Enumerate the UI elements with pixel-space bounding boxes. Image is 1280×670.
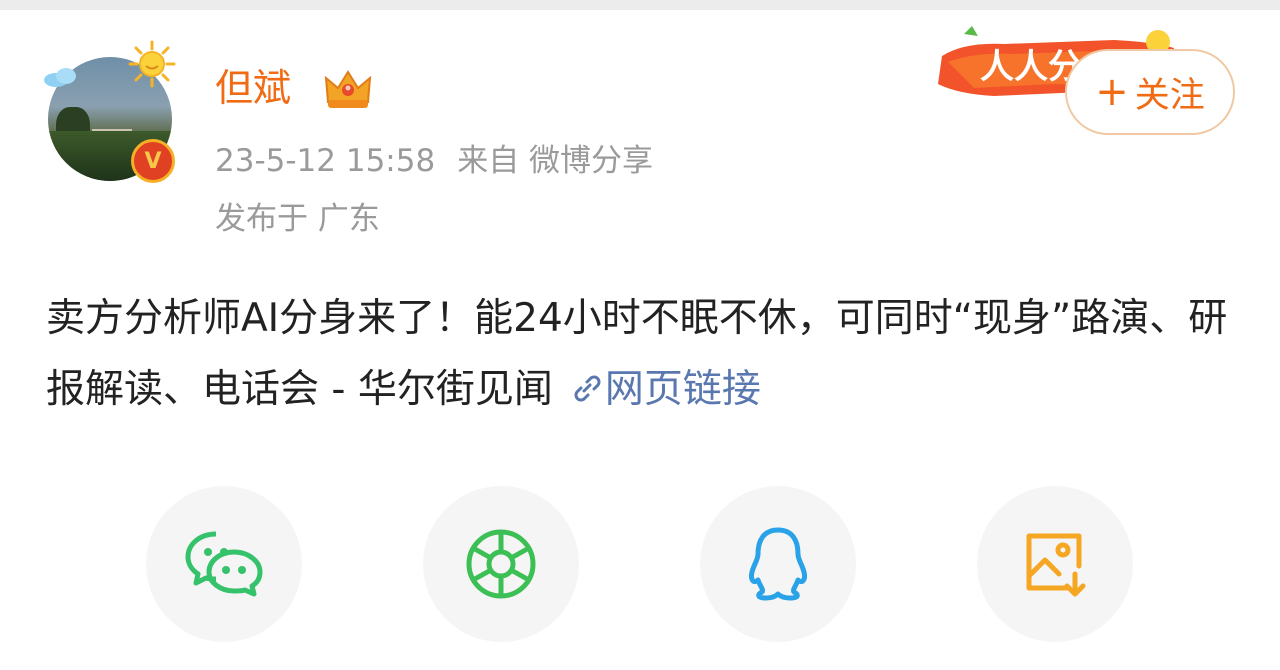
- post-time: 15:58: [345, 143, 436, 179]
- web-link[interactable]: 网页链接: [553, 367, 761, 412]
- top-divider: [0, 0, 1280, 10]
- share-qq-button[interactable]: [700, 486, 856, 642]
- save-image-icon: [1026, 533, 1086, 597]
- follow-button[interactable]: + 关注: [1065, 49, 1235, 135]
- follow-plus-icon: +: [1095, 69, 1129, 115]
- post-meta: 23-5-12 15:58 来自 微博分享: [215, 138, 653, 184]
- share-wechat-button[interactable]: [146, 486, 302, 642]
- qq-icon: [749, 527, 807, 601]
- post-date: 23-5-12: [215, 143, 336, 179]
- sun-icon: [128, 40, 176, 88]
- share-save-image-button[interactable]: [977, 486, 1133, 642]
- crown-icon[interactable]: [322, 64, 374, 112]
- web-link-label: 网页链接: [604, 367, 761, 412]
- share-moments-button[interactable]: [423, 486, 579, 642]
- cloud-icon: [44, 68, 76, 87]
- wechat-icon: [185, 531, 263, 597]
- follow-label: 关注: [1134, 75, 1205, 116]
- link-icon: [574, 375, 601, 402]
- post-location: 发布于 广东: [215, 201, 380, 237]
- post-source[interactable]: 来自 微博分享: [457, 143, 653, 179]
- moments-icon: [466, 529, 536, 599]
- username[interactable]: 但斌: [215, 60, 291, 116]
- verified-badge-icon: V: [131, 139, 175, 183]
- post-text: 卖方分析师AI分身来了！能24小时不眠不休，可同时“现身”路演、研报解读、电话会…: [46, 283, 1236, 425]
